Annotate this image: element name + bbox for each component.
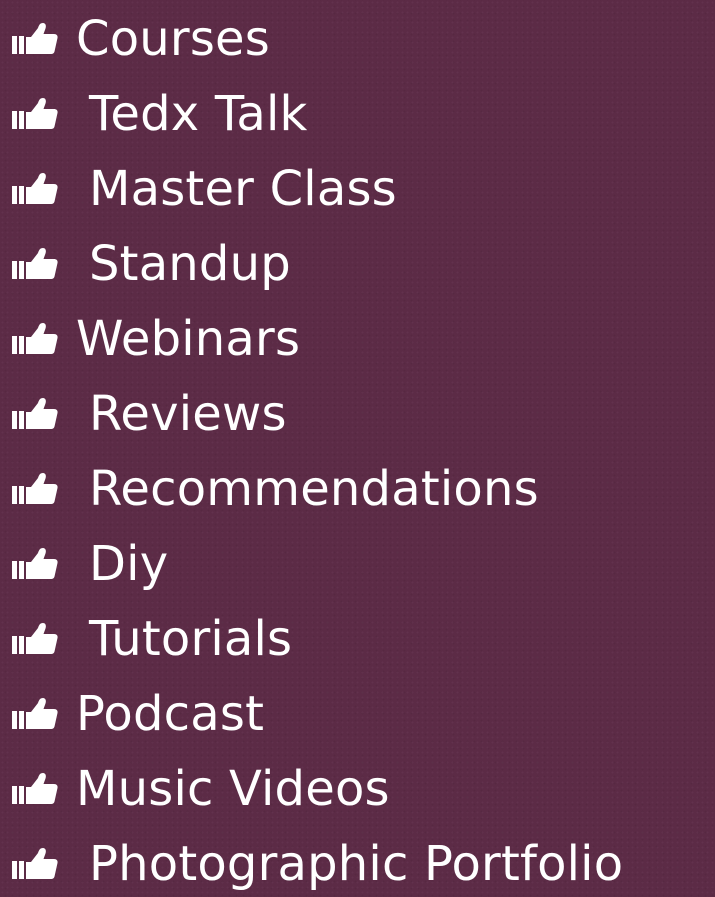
- thumbs-up-icon: [10, 397, 60, 431]
- thumbs-up-icon: [10, 847, 60, 881]
- thumbs-up-icon: [10, 22, 60, 56]
- list-item-label: Tedx Talk: [89, 86, 308, 142]
- thumbs-up-icon: [10, 547, 60, 581]
- thumbs-up-icon: [10, 622, 60, 656]
- thumbs-up-icon: [10, 247, 60, 281]
- thumbs-up-icon: [10, 472, 60, 506]
- list-item-label: Courses: [76, 11, 270, 67]
- list-item-label: Tutorials: [89, 611, 293, 667]
- thumbs-up-icon: [10, 772, 60, 806]
- list-item-label: Standup: [89, 236, 291, 292]
- thumbs-up-icon: [10, 697, 60, 731]
- list-item-label: Podcast: [76, 686, 265, 742]
- thumbs-up-icon: [10, 172, 60, 206]
- feature-list: Courses Tedx Talk Master Class Standup W…: [0, 0, 715, 897]
- list-item-label: Recommendations: [89, 461, 539, 517]
- list-item-label: Reviews: [89, 386, 287, 442]
- list-item-label: Webinars: [76, 311, 301, 367]
- list-item-label: Music Videos: [76, 761, 390, 817]
- thumbs-up-icon: [10, 322, 60, 356]
- list-item-label: Master Class: [89, 161, 397, 217]
- list-item-label: Diy: [89, 536, 169, 592]
- thumbs-up-icon: [10, 97, 60, 131]
- list-item-label: Photographic Portfolio: [89, 836, 624, 892]
